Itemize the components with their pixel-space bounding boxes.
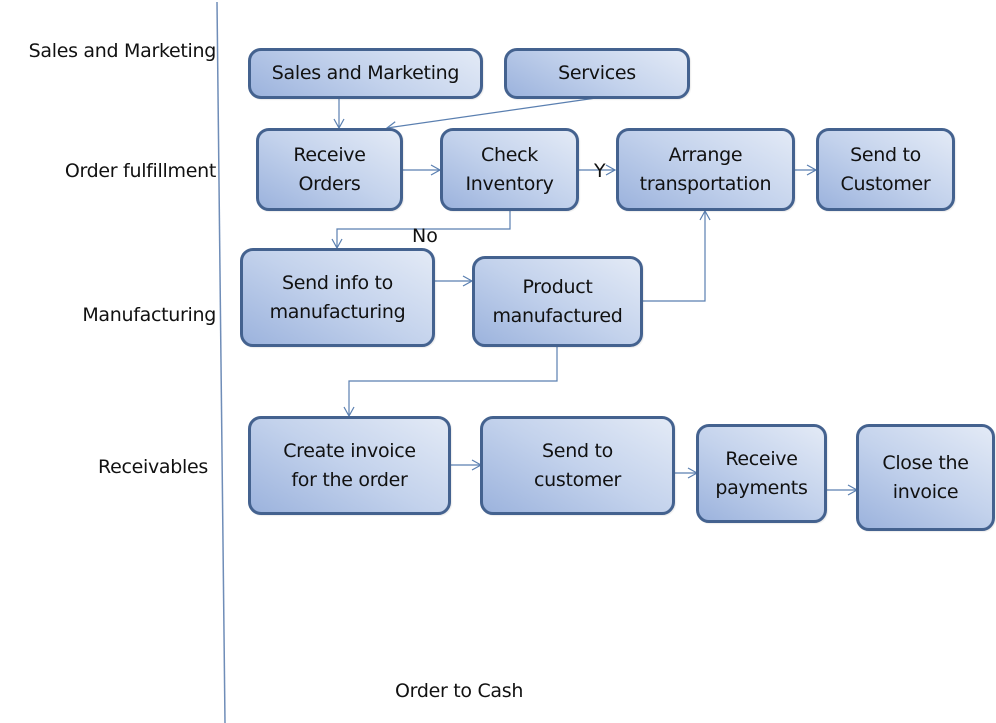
- edge-label-yes: Y: [594, 160, 606, 182]
- lane-label-manufacturing: Manufacturing: [82, 304, 216, 326]
- node-receive-payments[interactable]: Receive payments: [696, 424, 827, 523]
- node-label: Receive payments: [715, 447, 808, 499]
- node-label: Product manufactured: [492, 275, 623, 327]
- node-product-manufactured[interactable]: Product manufactured: [472, 256, 643, 347]
- node-arrange-transportation[interactable]: Arrange transportation: [616, 128, 795, 211]
- lane-label-receivables: Receivables: [98, 456, 208, 478]
- node-send-to-customer-shipment[interactable]: Send to Customer: [816, 128, 955, 211]
- edge-product-to-create-invoice: [343, 346, 558, 418]
- node-sales-and-marketing[interactable]: Sales and Marketing: [248, 48, 483, 99]
- order-to-cash-diagram: Sales and Marketing Order fulfillment Ma…: [0, 0, 996, 723]
- node-label: Receive Orders: [293, 143, 366, 195]
- lane-label-order-fulfillment: Order fulfillment: [64, 160, 216, 182]
- node-label: Send to Customer: [840, 143, 931, 195]
- node-label: Services: [558, 62, 636, 84]
- node-receive-orders[interactable]: Receive Orders: [256, 128, 403, 211]
- node-send-info-to-manufacturing[interactable]: Send info to manufacturing: [240, 248, 435, 347]
- node-label: Create invoice for the order: [283, 439, 416, 491]
- node-services[interactable]: Services: [504, 48, 690, 99]
- edge-product-to-arrange: [641, 209, 711, 302]
- lane-label-sales-and-marketing: Sales and Marketing: [28, 40, 217, 62]
- node-label: Sales and Marketing: [271, 62, 460, 84]
- node-label: Arrange transportation: [639, 143, 772, 195]
- node-check-inventory[interactable]: Check Inventory: [440, 128, 579, 211]
- connectors-layer: [216, 1, 859, 723]
- node-close-the-invoice[interactable]: Close the invoice: [856, 424, 995, 531]
- edge-services-to-receive-orders: [385, 97, 597, 133]
- node-label: Send info to manufacturing: [269, 271, 406, 323]
- edge-label-no: No: [412, 225, 438, 247]
- diagram-title: Order to Cash: [395, 680, 524, 702]
- lane-divider-line: [216, 1, 226, 723]
- node-send-invoice-to-customer[interactable]: Send to customer: [480, 416, 675, 515]
- node-label: Send to customer: [533, 439, 622, 491]
- node-label: Close the invoice: [882, 451, 969, 503]
- node-create-invoice[interactable]: Create invoice for the order: [248, 416, 451, 515]
- node-label: Check Inventory: [465, 143, 554, 195]
